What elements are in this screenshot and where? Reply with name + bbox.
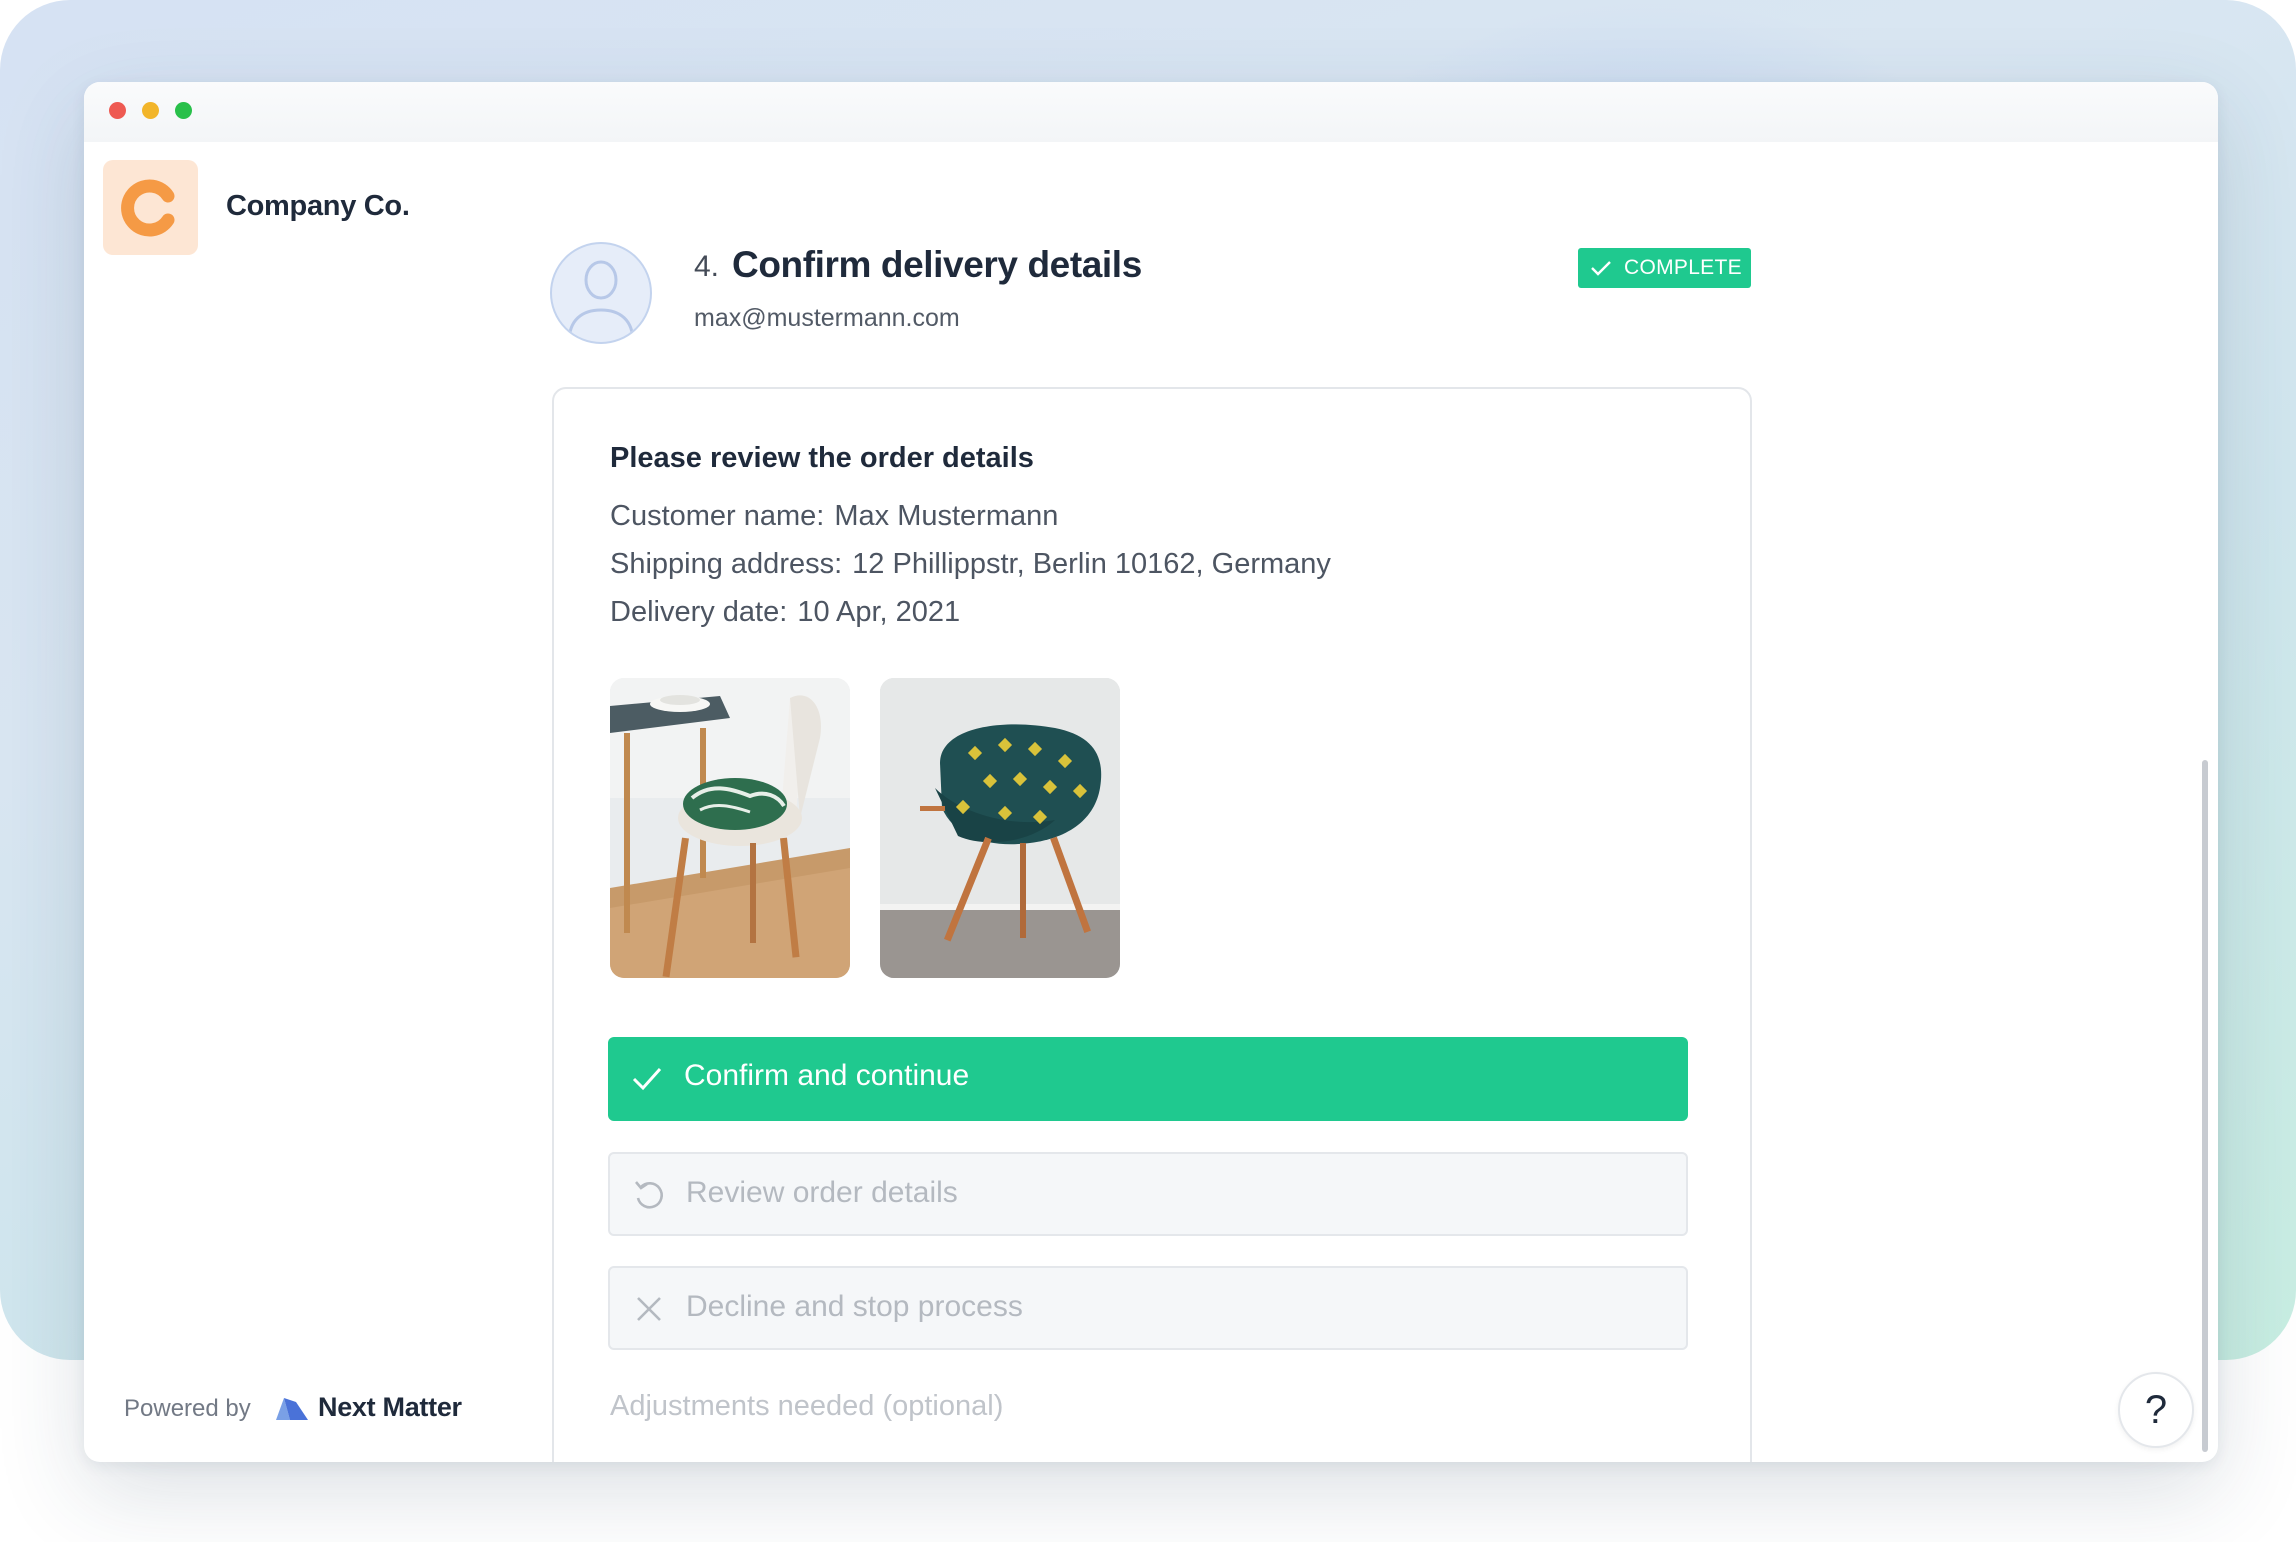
step-title: Confirm delivery details xyxy=(732,244,1142,285)
window-titlebar xyxy=(84,82,2218,142)
assignee-avatar xyxy=(550,242,652,344)
chair-patterned-image xyxy=(880,678,1120,978)
customer-name-value: Max Mustermann xyxy=(834,500,1059,532)
product-photo-chair-patterned[interactable] xyxy=(880,678,1120,978)
confirm-continue-button[interactable]: Confirm and continue xyxy=(608,1037,1688,1121)
delivery-date-row: Delivery date: 10 Apr, 2021 xyxy=(610,596,960,629)
decline-stop-button[interactable]: Decline and stop process xyxy=(608,1266,1688,1350)
chair-wooden-image xyxy=(610,678,850,978)
product-photo-chair-wooden[interactable] xyxy=(610,678,850,978)
shipping-address-row: Shipping address: 12 Phillippstr, Berlin … xyxy=(610,548,1331,581)
customer-name-row: Customer name: Max Mustermann xyxy=(610,500,1058,533)
delivery-date-value: 10 Apr, 2021 xyxy=(797,596,961,628)
confirm-continue-label: Confirm and continue xyxy=(684,1059,970,1092)
customer-name-label: Customer name: xyxy=(610,500,825,532)
scrollbar[interactable] xyxy=(2202,760,2208,1452)
powered-by-label: Powered by xyxy=(124,1395,251,1422)
step-number: 4. xyxy=(694,250,720,283)
check-icon xyxy=(632,1067,662,1091)
window-maximize-button[interactable] xyxy=(175,102,192,119)
delivery-date-label: Delivery date: xyxy=(610,596,788,628)
company-logo xyxy=(103,160,198,255)
help-icon: ? xyxy=(2144,1388,2168,1432)
adjustments-field-label: Adjustments needed (optional) xyxy=(610,1390,1004,1422)
next-matter-brand[interactable]: Next Matter xyxy=(318,1392,462,1423)
close-icon xyxy=(637,1297,661,1321)
status-badge-label: COMPLETE xyxy=(1624,256,1742,279)
assignee-email: max@mustermann.com xyxy=(694,304,960,332)
window-minimize-button[interactable] xyxy=(142,102,159,119)
shipping-address-value: 12 Phillippstr, Berlin 10162, Germany xyxy=(852,548,1331,580)
company-logo-icon xyxy=(121,179,175,237)
window-close-button[interactable] xyxy=(109,102,126,119)
user-icon xyxy=(567,260,635,342)
review-order-label: Review order details xyxy=(686,1176,958,1209)
help-button[interactable]: ? xyxy=(2118,1372,2194,1448)
company-name: Company Co. xyxy=(226,190,410,222)
next-matter-logo-icon xyxy=(276,1398,308,1420)
status-badge: COMPLETE xyxy=(1578,248,1751,288)
decline-stop-label: Decline and stop process xyxy=(686,1290,1023,1323)
undo-icon xyxy=(635,1181,663,1209)
app-window: Company Co. 4. Confirm delivery details … xyxy=(84,82,2218,1462)
check-icon xyxy=(1591,261,1611,276)
review-order-button[interactable]: Review order details xyxy=(608,1152,1688,1236)
shipping-address-label: Shipping address: xyxy=(610,548,843,580)
review-heading: Please review the order details xyxy=(610,442,1034,474)
